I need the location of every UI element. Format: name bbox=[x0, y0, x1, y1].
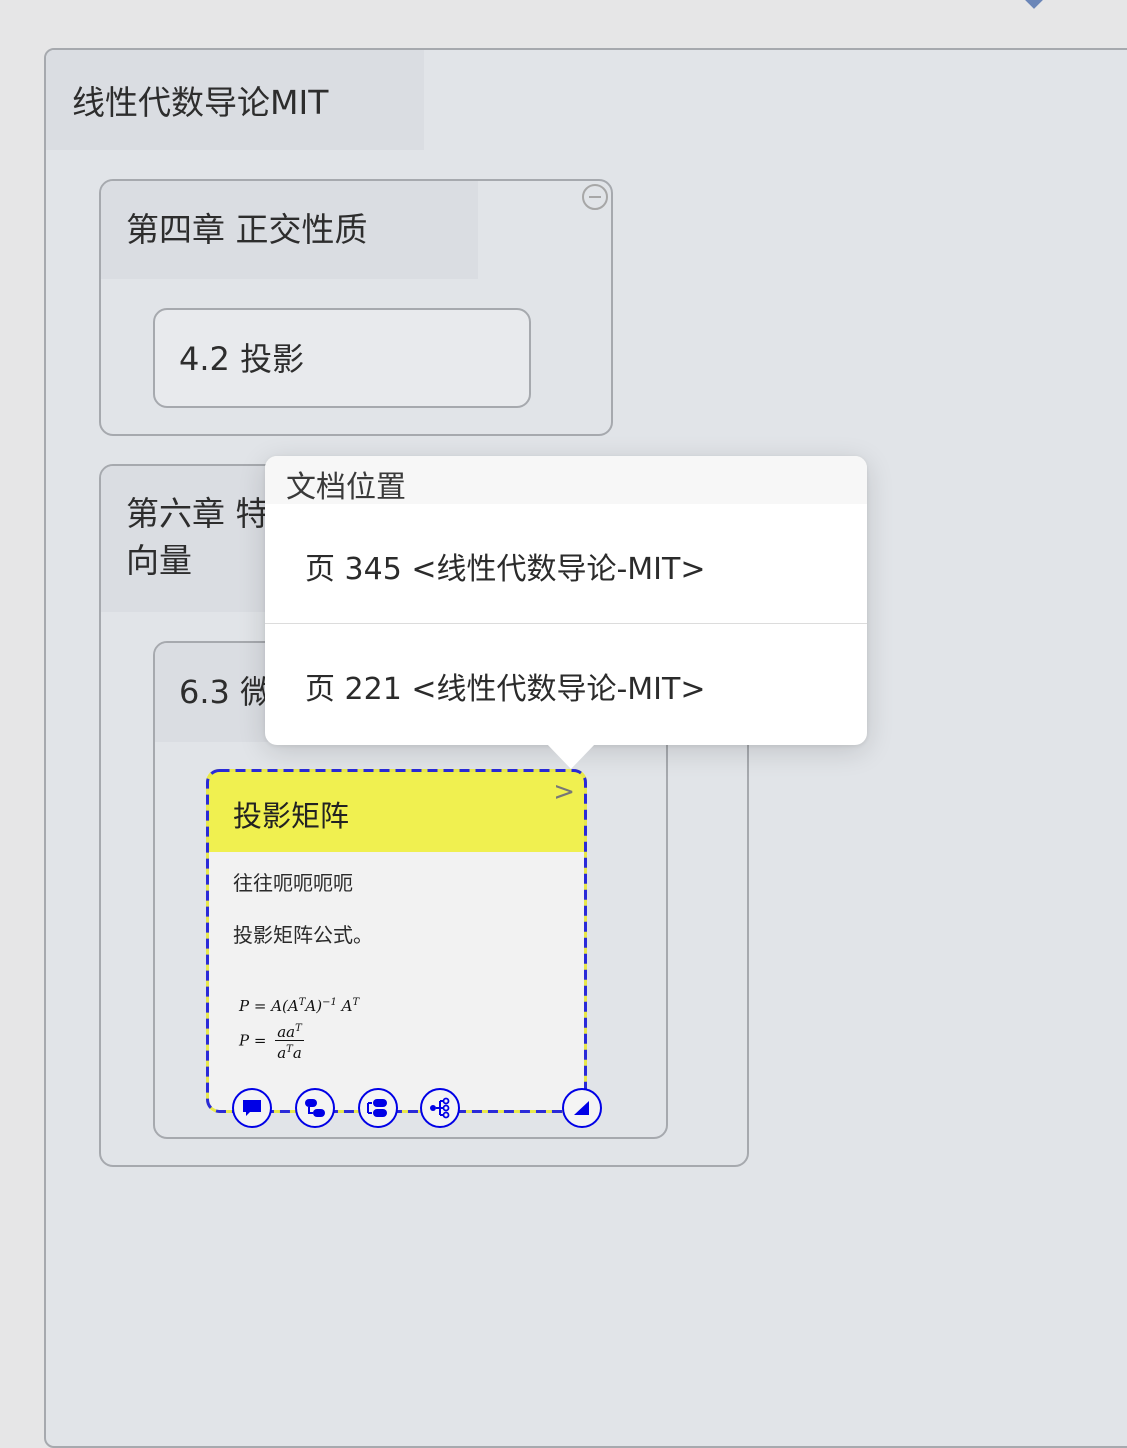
document-location-popover[interactable]: 文档位置 页 345 <线性代数导论-MIT> 页 221 <线性代数导论-MI… bbox=[265, 456, 867, 769]
resize-corner-button[interactable] bbox=[562, 1088, 602, 1128]
section-4-2-title: 4.2 投影 bbox=[179, 340, 305, 378]
popover-title: 文档位置 bbox=[286, 470, 406, 505]
note-text-line1: 往往呃呃呃呃 bbox=[233, 871, 353, 895]
popover-item-label: 页 345 <线性代数导论-MIT> bbox=[305, 552, 706, 587]
merge-icon bbox=[367, 1099, 387, 1117]
section-4-2-node[interactable]: 4.2 投影 bbox=[153, 308, 531, 408]
note-card[interactable]: 投影矩阵 > 往往呃呃呃呃 投影矩阵公式。 P = A(ATA)−1 AT P … bbox=[206, 769, 587, 1113]
mindmap-branch-icon bbox=[430, 1097, 450, 1119]
note-card-title: 投影矩阵 bbox=[233, 799, 350, 833]
comment-button[interactable] bbox=[232, 1088, 272, 1128]
projection-formula-2: P = aaT aTa bbox=[239, 1023, 304, 1062]
chapter4-title: 第四章 正交性质 bbox=[101, 181, 478, 279]
projection-formula-1: P = A(ATA)−1 AT bbox=[239, 997, 360, 1015]
merge-button[interactable] bbox=[358, 1088, 398, 1128]
note-text-line2: 投影矩阵公式。 bbox=[233, 923, 373, 947]
link-nodes-button[interactable] bbox=[295, 1088, 335, 1128]
note-card-header[interactable]: 投影矩阵 > bbox=[206, 769, 587, 852]
popover-header: 文档位置 bbox=[265, 456, 867, 505]
collapse-icon[interactable] bbox=[582, 184, 608, 210]
popover-item-label: 页 221 <线性代数导论-MIT> bbox=[305, 672, 706, 707]
popover-arrow bbox=[546, 743, 596, 769]
popover-item-page-221[interactable]: 页 221 <线性代数导论-MIT> bbox=[265, 624, 867, 744]
link-nodes-icon bbox=[305, 1099, 325, 1117]
resize-corner-icon bbox=[574, 1101, 589, 1115]
scroll-marker-icon bbox=[1024, 0, 1044, 9]
chevron-right-icon[interactable]: > bbox=[553, 777, 575, 807]
mindmap-branch-button[interactable] bbox=[420, 1088, 460, 1128]
popover-item-page-345[interactable]: 页 345 <线性代数导论-MIT> bbox=[265, 504, 867, 624]
comment-icon bbox=[243, 1100, 261, 1116]
root-title: 线性代数导论MIT bbox=[46, 50, 424, 150]
